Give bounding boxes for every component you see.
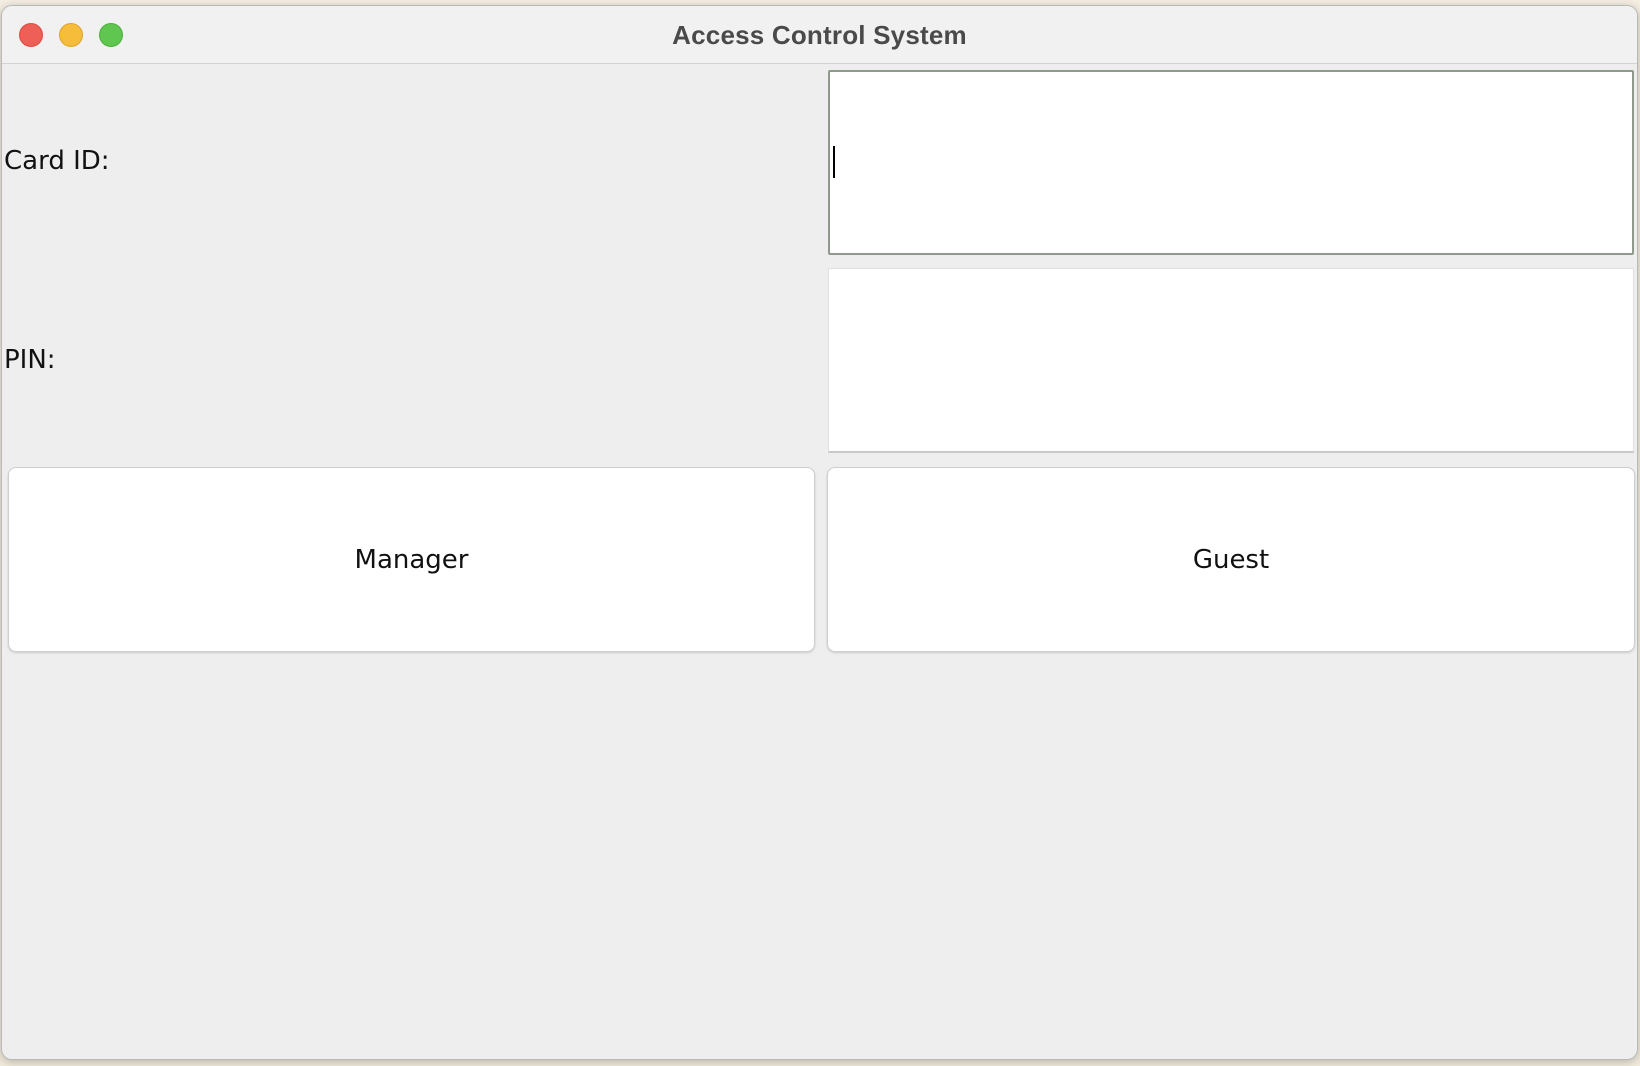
guest-button[interactable]: Guest bbox=[827, 467, 1635, 652]
pin-label: PIN: bbox=[4, 345, 56, 375]
pin-field[interactable] bbox=[828, 268, 1634, 453]
manager-button[interactable]: Manager bbox=[8, 467, 815, 652]
text-cursor bbox=[833, 146, 835, 178]
card-id-label: Card ID: bbox=[4, 146, 110, 176]
access-control-window: Access Control System Card ID: PIN: Mana… bbox=[1, 5, 1638, 1060]
title-bar[interactable]: Access Control System bbox=[2, 6, 1637, 64]
card-id-field[interactable] bbox=[828, 70, 1634, 255]
window-title: Access Control System bbox=[672, 20, 967, 50]
